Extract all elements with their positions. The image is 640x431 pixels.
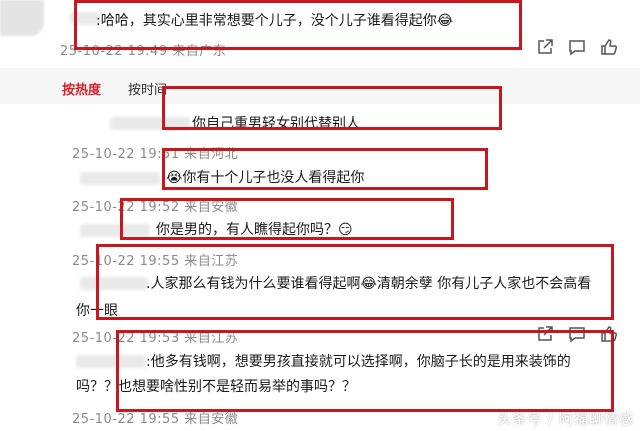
tab-hot[interactable]: 按热度 <box>62 79 101 98</box>
watermark: 头条号 / 阿福聊情感 <box>497 412 634 428</box>
share-icon[interactable] <box>536 38 554 56</box>
highlight-box-3 <box>162 148 488 190</box>
highlight-box-2 <box>162 86 502 130</box>
avatar[interactable] <box>0 0 44 36</box>
highlight-box-6 <box>116 330 614 412</box>
reply-meta-6: 25-10-22 19:55 来自安徽 <box>72 412 239 427</box>
comment-icon[interactable] <box>568 38 586 56</box>
like-icon[interactable] <box>600 38 618 56</box>
highlight-box-5 <box>96 244 614 320</box>
highlight-box-1 <box>74 0 522 50</box>
username-blurred[interactable] <box>80 172 160 185</box>
highlight-box-4 <box>120 198 454 240</box>
comment-actions-1 <box>536 38 618 56</box>
